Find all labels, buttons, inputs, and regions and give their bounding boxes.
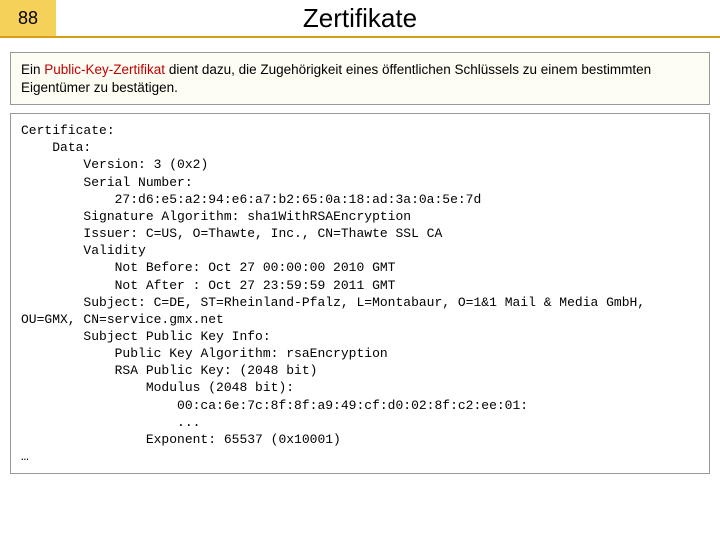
cert-line: RSA Public Key: (2048 bit) — [21, 363, 317, 378]
cert-ellipsis: … — [21, 449, 29, 464]
cert-line: Public Key Algorithm: rsaEncryption — [21, 346, 388, 361]
cert-line: 00:ca:6e:7c:8f:8f:a9:49:cf:d0:02:8f:c2:e… — [21, 398, 528, 413]
cert-line: Certificate: — [21, 123, 115, 138]
cert-line: Issuer: C=US, O=Thawte, Inc., CN=Thawte … — [21, 226, 442, 241]
desc-term: Public-Key-Zertifikat — [44, 62, 165, 77]
cert-line: Not After : Oct 27 23:59:59 2011 GMT — [21, 278, 395, 293]
cert-line: Signature Algorithm: sha1WithRSAEncrypti… — [21, 209, 411, 224]
cert-line: Serial Number: — [21, 175, 193, 190]
desc-prefix: Ein — [21, 62, 44, 77]
cert-line: ... — [21, 415, 200, 430]
cert-line: 27:d6:e5:a2:94:e6:a7:b2:65:0a:18:ad:3a:0… — [21, 192, 481, 207]
cert-line: Validity — [21, 243, 146, 258]
cert-line: Subject Public Key Info: — [21, 329, 271, 344]
cert-line: Data: — [21, 140, 91, 155]
cert-line: Modulus (2048 bit): — [21, 380, 294, 395]
description-box: Ein Public-Key-Zertifikat dient dazu, di… — [10, 52, 710, 105]
cert-line: Version: 3 (0x2) — [21, 157, 208, 172]
cert-line: Exponent: 65537 (0x10001) — [21, 432, 341, 447]
certificate-box: Certificate: Data: Version: 3 (0x2) Seri… — [10, 113, 710, 474]
slide-title: Zertifikate — [0, 3, 720, 34]
cert-line: Not Before: Oct 27 00:00:00 2010 GMT — [21, 260, 395, 275]
cert-line: Subject: C=DE, ST=Rheinland-Pfalz, L=Mon… — [21, 295, 653, 327]
slide-header: 88 Zertifikate — [0, 0, 720, 38]
